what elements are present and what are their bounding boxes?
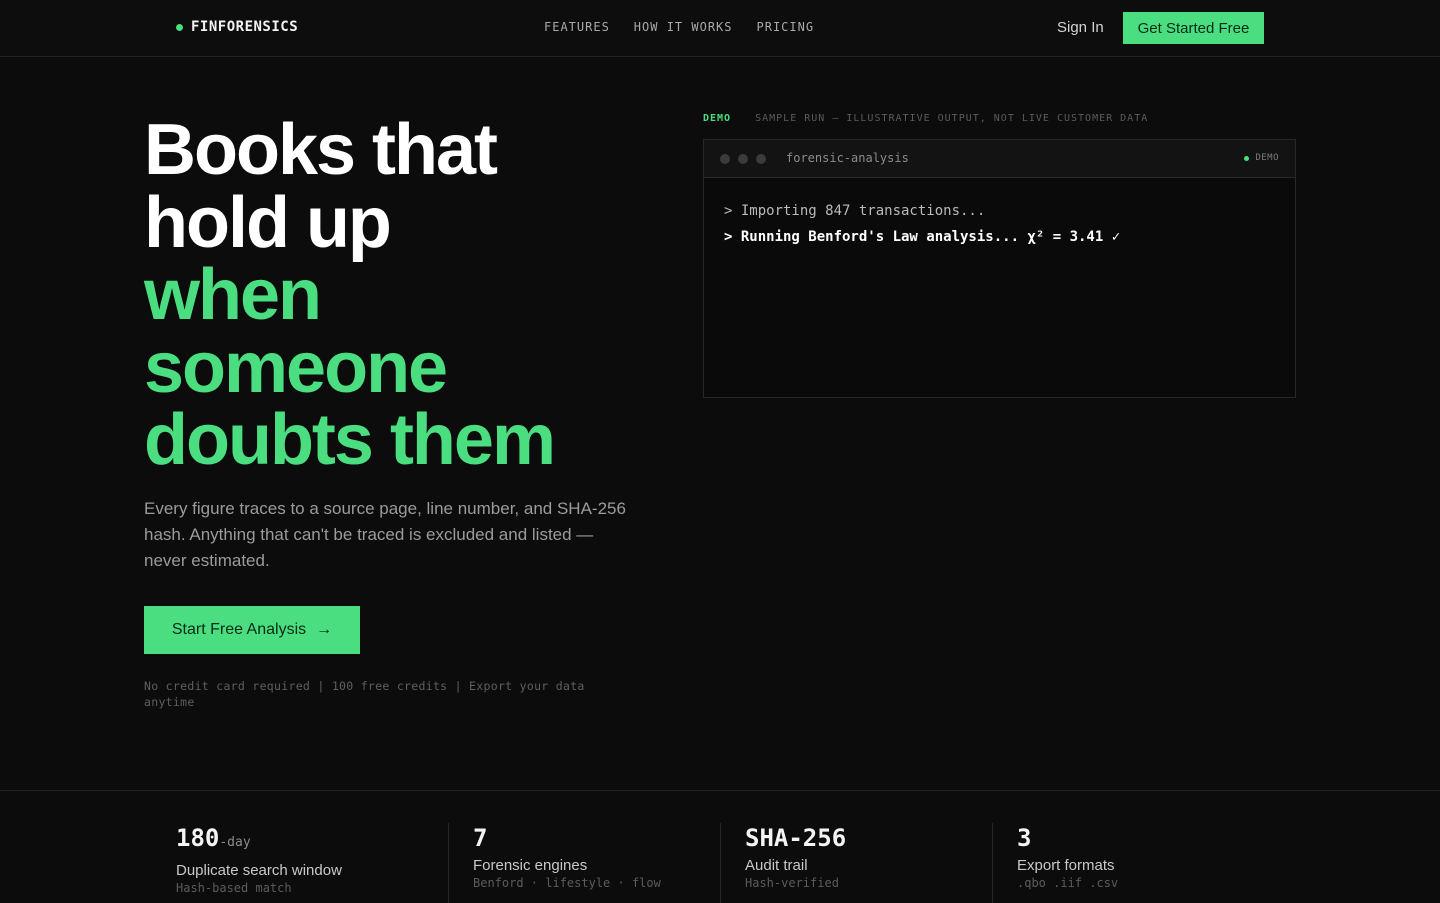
demo-badge: DEMO — [1244, 153, 1279, 163]
stat-item: 180-day Duplicate search window Hash-bas… — [176, 823, 342, 903]
stat-label: Duplicate search window — [176, 862, 342, 879]
stat-sub: Hash-based match — [176, 881, 292, 895]
headline-line-accent: when — [144, 255, 322, 335]
terminal-line: > Running Benford's Law analysis... χ² =… — [724, 229, 1121, 245]
terminal-line: > Importing 847 transactions... — [724, 203, 986, 219]
hero-headline: Books that hold up when someone doubts t… — [144, 114, 684, 477]
stat-item: 7 Forensic engines Benford · lifestyle ·… — [448, 823, 661, 903]
stat-label: Export formats — [1017, 857, 1115, 874]
get-started-button[interactable]: Get Started Free — [1123, 12, 1264, 44]
stat-sub: Hash-verified — [745, 876, 839, 890]
nav-link-pricing[interactable]: PRICING — [757, 20, 815, 34]
stat-label: Forensic engines — [473, 857, 588, 874]
stat-unit: -day — [219, 835, 251, 850]
stat-item: SHA-256 Audit trail Hash-verified — [720, 823, 846, 903]
brand-name: FINFORENSICS — [191, 19, 299, 35]
hero-subtext: Every figure traces to a source page, li… — [144, 499, 626, 570]
window-dot-icon — [756, 154, 766, 164]
status-dot-icon — [176, 23, 183, 31]
stat-value: SHA-256 — [745, 824, 847, 852]
stat-sub: .qbo .iif .csv — [1017, 876, 1119, 890]
terminal-titlebar: forensic-analysis DEMO — [704, 140, 1295, 178]
terminal-output: > Importing 847 transactions... > Runnin… — [704, 178, 1295, 270]
nav-link-how-it-works[interactable]: HOW IT WORKS — [634, 20, 733, 34]
stat-value: 180-day — [176, 824, 251, 852]
start-free-analysis-button[interactable]: Start Free Analysis → — [144, 606, 360, 654]
stats-bar: 180-day Duplicate search window Hash-bas… — [0, 790, 1440, 903]
stat-item: 3 Export formats .qbo .iif .csv — [992, 823, 1118, 903]
headline-line-accent: someone — [144, 327, 448, 408]
demo-tag: DEMO — [703, 113, 732, 124]
headline-line-accent: doubts them — [144, 400, 556, 480]
stat-value: 3 — [1017, 824, 1032, 852]
nav-links: FEATURES HOW IT WORKS PRICING — [544, 20, 814, 34]
stat-sub: Benford · lifestyle · flow — [473, 876, 661, 890]
cta-label: Start Free Analysis — [171, 621, 307, 638]
window-dot-icon — [720, 154, 730, 164]
demo-caption: DEMO SAMPLE RUN — ILLUSTRATIVE OUTPUT, N… — [703, 113, 1148, 124]
stat-value: 7 — [473, 824, 488, 852]
headline-line: hold up — [144, 182, 392, 263]
nav-link-features[interactable]: FEATURES — [544, 20, 610, 34]
status-dot-icon — [1244, 155, 1250, 161]
fineprint: No credit card required | 100 free credi… — [144, 679, 585, 709]
demo-description: SAMPLE RUN — ILLUSTRATIVE OUTPUT, NOT LI… — [755, 113, 1149, 124]
window-controls — [720, 154, 766, 164]
terminal-title: forensic-analysis — [786, 151, 909, 165]
top-nav: FINFORENSICS FEATURES HOW IT WORKS PRICI… — [0, 0, 1440, 57]
terminal-window: forensic-analysis DEMO > Importing 847 t… — [703, 139, 1296, 398]
sign-in-link[interactable]: Sign In — [1057, 19, 1104, 36]
brand-logo[interactable]: FINFORENSICS — [176, 19, 298, 35]
stat-label: Audit trail — [745, 857, 808, 874]
demo-badge-label: DEMO — [1255, 153, 1279, 163]
headline-line: Books that — [144, 110, 498, 190]
window-dot-icon — [738, 154, 748, 164]
arrow-right-icon: → — [316, 621, 333, 638]
